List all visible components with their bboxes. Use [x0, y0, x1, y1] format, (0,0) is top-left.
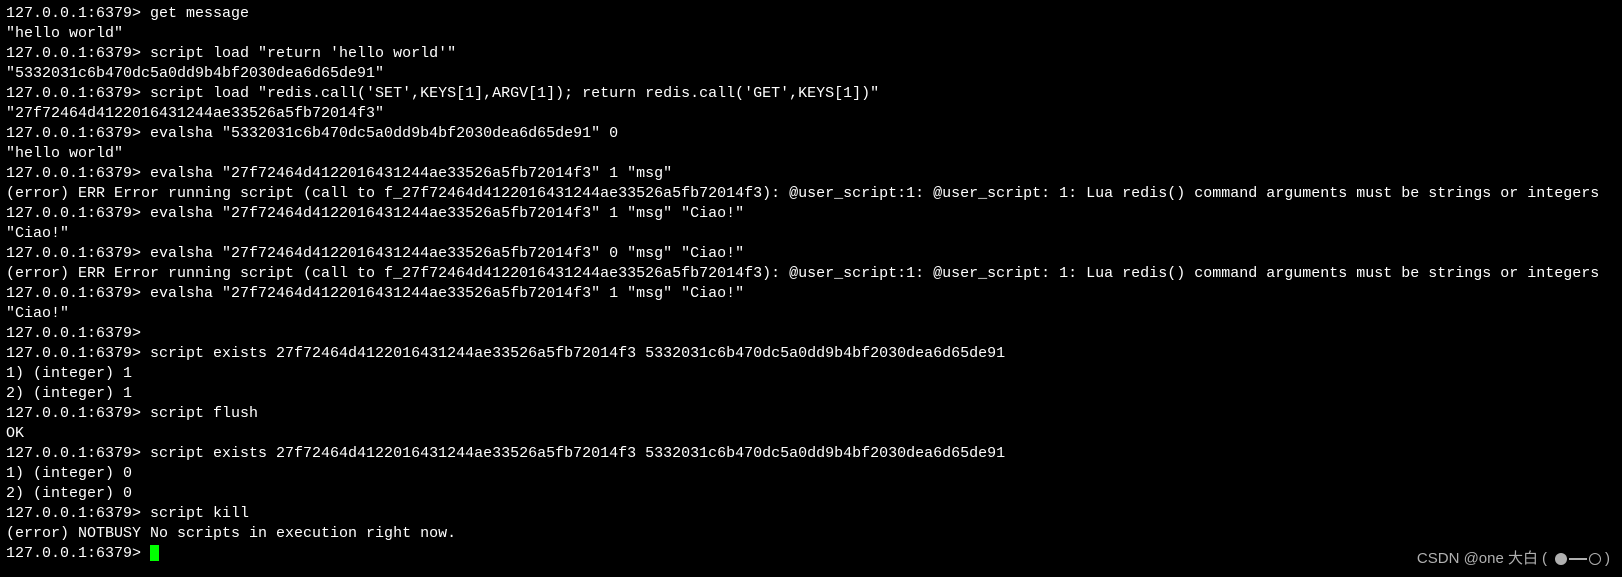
terminal-output-line: OK: [6, 424, 1616, 444]
terminal-command-line: 127.0.0.1:6379> script load "return 'hel…: [6, 44, 1616, 64]
terminal-command-line: 127.0.0.1:6379> get message: [6, 4, 1616, 24]
dot-filled-icon: [1555, 553, 1567, 565]
terminal-output-line: "5332031c6b470dc5a0dd9b4bf2030dea6d65de9…: [6, 64, 1616, 84]
terminal-output-line: "Ciao!": [6, 224, 1616, 244]
terminal-command-line: 127.0.0.1:6379> evalsha "27f72464d412201…: [6, 204, 1616, 224]
terminal-command-line: 127.0.0.1:6379>: [6, 324, 1616, 344]
terminal-output-line: "hello world": [6, 24, 1616, 44]
terminal-command-line: 127.0.0.1:6379> script exists 27f72464d4…: [6, 444, 1616, 464]
terminal-command-line: 127.0.0.1:6379> evalsha "5332031c6b470dc…: [6, 124, 1616, 144]
terminal-command-line: 127.0.0.1:6379> script exists 27f72464d4…: [6, 344, 1616, 364]
terminal-output-line: "hello world": [6, 144, 1616, 164]
terminal-output-line: 2) (integer) 1: [6, 384, 1616, 404]
terminal-command-line: 127.0.0.1:6379> script flush: [6, 404, 1616, 424]
terminal-output-line: 1) (integer) 0: [6, 464, 1616, 484]
terminal-command-line: 127.0.0.1:6379> evalsha "27f72464d412201…: [6, 284, 1616, 304]
watermark-text: CSDN @one 大白: [1417, 549, 1538, 569]
dot-empty-icon: [1589, 553, 1601, 565]
terminal-output-line: 1) (integer) 1: [6, 364, 1616, 384]
terminal-output-line: "27f72464d4122016431244ae33526a5fb72014f…: [6, 104, 1616, 124]
watermark-toggle: (: [1542, 549, 1547, 569]
terminal-command-line: 127.0.0.1:6379> evalsha "27f72464d412201…: [6, 244, 1616, 264]
terminal-command-line: 127.0.0.1:6379> script load "redis.call(…: [6, 84, 1616, 104]
terminal-command-line: 127.0.0.1:6379> evalsha "27f72464d412201…: [6, 164, 1616, 184]
bar-icon: [1569, 558, 1587, 560]
cursor-icon: [150, 545, 159, 561]
watermark: CSDN @one 大白 ( ): [1417, 549, 1610, 569]
terminal-output-line: (error) NOTBUSY No scripts in execution …: [6, 524, 1616, 544]
terminal-output-line: 2) (integer) 0: [6, 484, 1616, 504]
terminal-command-line: 127.0.0.1:6379>: [6, 544, 1616, 564]
terminal-output-line: "Ciao!": [6, 304, 1616, 324]
terminal-output-line: (error) ERR Error running script (call t…: [6, 264, 1616, 284]
terminal-output-line: (error) ERR Error running script (call t…: [6, 184, 1616, 204]
terminal-command-line: 127.0.0.1:6379> script kill: [6, 504, 1616, 524]
toggle-icon: [1555, 553, 1601, 565]
terminal-output[interactable]: 127.0.0.1:6379> get message"hello world"…: [0, 0, 1622, 568]
watermark-close-paren: ): [1605, 549, 1610, 569]
